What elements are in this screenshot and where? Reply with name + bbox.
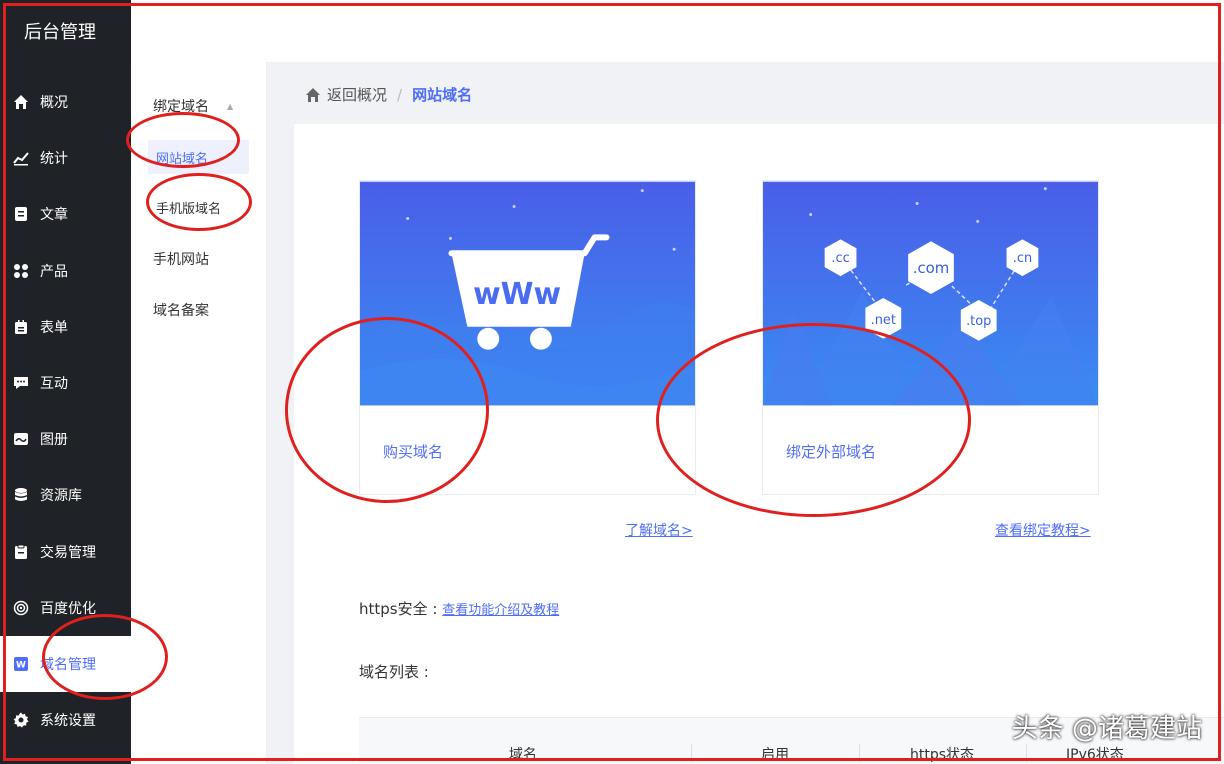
nav-item-interaction[interactable]: 互动: [0, 355, 131, 411]
database-icon: [12, 486, 30, 504]
nav-item-label: 系统设置: [40, 713, 96, 729]
grid-icon: [12, 262, 30, 280]
buy-domain-card[interactable]: wWw 购买域名: [359, 180, 696, 495]
bind-tutorial-link[interactable]: 查看绑定教程>: [995, 520, 1091, 540]
home-icon[interactable]: [305, 87, 321, 103]
content-area: 返回概况 / 网站域名 wWw 购买域名 .cc .com .cn .net .…: [267, 62, 1224, 764]
https-label: https安全 :: [359, 600, 438, 618]
caret-up-icon: ▲: [227, 101, 234, 111]
https-security-row: https安全 : 查看功能介绍及教程: [359, 598, 559, 619]
buy-domain-caption: 购买域名: [383, 443, 444, 461]
submenu-item-icp[interactable]: 域名备案: [153, 300, 209, 320]
submenu-item-website-domain[interactable]: 网站域名: [148, 140, 249, 174]
tld-badge: .net: [871, 313, 896, 328]
domain-submenu: 绑定域名 ▲ 网站域名 手机版域名 手机网站 域名备案: [131, 62, 267, 764]
bind-domain-caption: 绑定外部域名: [786, 443, 877, 461]
bind-external-domain-card[interactable]: .cc .com .cn .net .top 绑定外部域名: [762, 180, 1099, 495]
column-header-enabled: 启用: [761, 747, 789, 763]
nav-item-label: 资源库: [40, 488, 82, 504]
top-bar: [131, 0, 1224, 62]
tld-badge: .cc: [831, 251, 849, 266]
breadcrumb-back-link[interactable]: 返回概况: [327, 84, 387, 105]
learn-domain-link[interactable]: 了解域名>: [625, 520, 693, 540]
domain-panel: wWw 购买域名 .cc .com .cn .net .top 绑定外部域名 了…: [294, 124, 1224, 764]
nav-item-label: 交易管理: [40, 545, 96, 561]
nav-item-trade[interactable]: 交易管理: [0, 524, 131, 580]
nav-item-overview[interactable]: 概况: [0, 74, 131, 130]
nav-item-label: 文章: [40, 207, 68, 223]
target-icon: [12, 599, 30, 617]
domain-icon: W: [12, 655, 30, 673]
chart-icon: [12, 149, 30, 167]
main-sidebar: 后台管理 概况 统计 文章 产品 表单 互动 图册 资源库 交易管理 百度优化 …: [0, 0, 131, 764]
tld-badge: .top: [966, 314, 991, 329]
nav-item-label: 产品: [40, 264, 68, 280]
gear-icon: [12, 711, 30, 729]
nav-item-gallery[interactable]: 图册: [0, 411, 131, 467]
submenu-item-mobile-site[interactable]: 手机网站: [153, 249, 209, 269]
clipboard-icon: [12, 543, 30, 561]
breadcrumb-current: 网站域名: [412, 86, 473, 104]
form-icon: [12, 318, 30, 336]
cart-www-text: wWw: [473, 277, 561, 312]
nav-item-domain[interactable]: W 域名管理: [0, 636, 131, 692]
column-header-domain: 域名: [509, 747, 537, 763]
tld-network-illustration: .cc .com .cn .net .top: [763, 181, 1098, 406]
nav-item-settings[interactable]: 系统设置: [0, 692, 131, 748]
breadcrumb: 返回概况 / 网站域名: [305, 84, 472, 105]
svg-text:W: W: [16, 661, 26, 671]
nav-item-articles[interactable]: 文章: [0, 186, 131, 242]
nav-item-stats[interactable]: 统计: [0, 130, 131, 186]
nav-item-label: 概况: [40, 95, 68, 111]
nav-item-forms[interactable]: 表单: [0, 299, 131, 355]
nav-item-products[interactable]: 产品: [0, 243, 131, 299]
nav-item-label: 统计: [40, 151, 68, 167]
chat-icon: [12, 374, 30, 392]
submenu-group-bind-domain[interactable]: 绑定域名 ▲: [153, 96, 233, 116]
column-divider: [1026, 744, 1027, 762]
submenu-group-label: 绑定域名: [153, 99, 209, 115]
column-divider: [859, 744, 860, 762]
submenu-item-mobile-domain[interactable]: 手机版域名: [148, 190, 249, 224]
nav-item-label: 互动: [40, 376, 68, 392]
article-icon: [12, 205, 30, 223]
breadcrumb-separator: /: [397, 85, 403, 104]
watermark: 头条 @诸葛建站: [1011, 714, 1202, 744]
nav-item-resources[interactable]: 资源库: [0, 467, 131, 523]
nav-item-label: 百度优化: [40, 601, 96, 617]
home-icon: [12, 93, 30, 111]
column-divider: [691, 744, 692, 762]
brand-title: 后台管理: [24, 22, 96, 43]
column-header-ipv6-status: IPv6状态: [1066, 747, 1124, 763]
nav-item-label: 表单: [40, 320, 68, 336]
https-intro-link[interactable]: 查看功能介绍及教程: [442, 603, 559, 618]
tld-badge: .com: [913, 259, 950, 277]
domain-list-label: 域名列表 :: [359, 663, 429, 681]
shopping-cart-illustration: wWw: [360, 181, 695, 406]
nav-item-label: 图册: [40, 432, 68, 448]
image-icon: [12, 430, 30, 448]
tld-badge: .cn: [1013, 251, 1032, 266]
nav-item-label: 域名管理: [40, 657, 96, 673]
nav-item-baidu-seo[interactable]: 百度优化: [0, 580, 131, 636]
column-header-https-status: https状态: [910, 747, 975, 763]
